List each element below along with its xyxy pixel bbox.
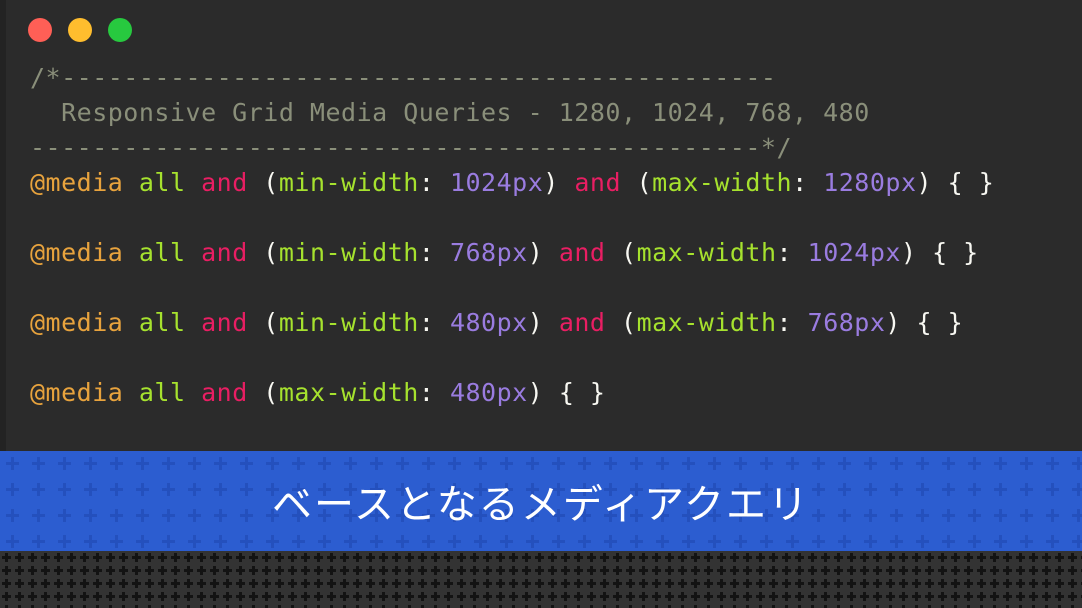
code-line-media-768: @media all and (min-width: 480px) and (m… [30, 305, 1072, 340]
token-punct: ( [247, 238, 279, 267]
token-value: 480px [449, 378, 528, 407]
token-prop: max-width [636, 238, 777, 267]
token-prop: max-width [278, 378, 419, 407]
code-line-media-1024: @media all and (min-width: 768px) and (m… [30, 235, 1072, 270]
caption-band: ベースとなるメディアクエリ [0, 451, 1082, 551]
token-value: 768px [449, 238, 528, 267]
maximize-button-icon[interactable] [108, 18, 132, 42]
code-window: /*--------------------------------------… [0, 0, 1082, 451]
code-line-media-1280: @media all and (min-width: 1024px) and (… [30, 165, 1072, 200]
token-brace: { } [947, 168, 995, 197]
code-editor-area[interactable]: /*--------------------------------------… [6, 60, 1082, 410]
token-colon: : [776, 308, 808, 337]
token-colon: : [418, 308, 450, 337]
token-prop: max-width [636, 308, 777, 337]
token-punct: ( [605, 238, 637, 267]
token-colon: : [776, 238, 808, 267]
plus-pattern-icon [0, 551, 1082, 608]
footer-pattern-strip [0, 551, 1082, 608]
token-comment: Responsive Grid Media Queries - 1280, 10… [30, 98, 870, 127]
token-punct: ( [247, 378, 279, 407]
token-colon: : [418, 168, 450, 197]
token-prop: min-width [278, 238, 419, 267]
token-colon: : [418, 238, 450, 267]
token-and: and [201, 168, 248, 197]
token-prop: min-width [278, 308, 419, 337]
code-line-media-480: @media all and (max-width: 480px) { } [30, 375, 1072, 410]
window-titlebar [6, 0, 1082, 60]
token-punct [123, 308, 139, 337]
token-at: @media [30, 238, 124, 267]
token-punct: ) [885, 308, 917, 337]
token-at: @media [30, 378, 124, 407]
close-button-icon[interactable] [28, 18, 52, 42]
token-punct: ( [605, 308, 637, 337]
token-comment: ----------------------------------------… [30, 133, 793, 162]
token-punct: ( [247, 168, 279, 197]
token-punct: ) [916, 168, 948, 197]
code-line-comment-open: /*--------------------------------------… [30, 60, 1072, 95]
slide-root: ベースとなるメディアクエリ /*------------------------… [0, 0, 1082, 608]
token-prop: min-width [278, 168, 419, 197]
token-brace: { } [932, 238, 979, 267]
token-all: all [138, 308, 186, 337]
code-line-blank-3 [30, 340, 1072, 375]
token-and: and [574, 168, 622, 197]
token-and: and [201, 238, 248, 267]
token-and: and [201, 308, 248, 337]
token-and: and [558, 308, 606, 337]
token-and: and [201, 378, 248, 407]
token-and: and [558, 238, 606, 267]
token-brace: { } [916, 308, 964, 337]
token-all: all [138, 378, 186, 407]
token-value: 1024px [807, 238, 901, 267]
token-punct [186, 168, 202, 197]
token-at: @media [30, 308, 124, 337]
token-brace: { } [558, 378, 606, 407]
token-punct: ) [527, 238, 559, 267]
token-colon: : [792, 168, 824, 197]
code-line-comment-close: ----------------------------------------… [30, 130, 1072, 165]
token-colon: : [418, 378, 450, 407]
token-punct: ) [900, 238, 933, 267]
token-value: 1280px [823, 168, 917, 197]
token-value: 1024px [449, 168, 544, 197]
code-line-blank-1 [30, 200, 1072, 235]
token-punct: ) [543, 168, 575, 197]
token-punct [186, 308, 202, 337]
caption-title: ベースとなるメディアクエリ [272, 482, 810, 528]
token-punct [123, 168, 139, 197]
token-punct [123, 238, 139, 267]
token-comment: /*--------------------------------------… [30, 63, 777, 92]
token-punct: ) [527, 378, 559, 407]
code-line-blank-2 [30, 270, 1072, 305]
token-punct: ( [621, 168, 653, 197]
token-prop: max-width [652, 168, 793, 197]
token-punct: ) [527, 308, 559, 337]
token-at: @media [30, 168, 124, 197]
token-all: all [138, 168, 186, 197]
token-all: all [138, 238, 186, 267]
minimize-button-icon[interactable] [68, 18, 92, 42]
token-punct [186, 378, 202, 407]
token-punct [186, 238, 202, 267]
code-line-comment-title: Responsive Grid Media Queries - 1280, 10… [30, 95, 1072, 130]
token-value: 768px [807, 308, 886, 337]
token-punct [123, 378, 139, 407]
token-value: 480px [449, 308, 528, 337]
token-punct: ( [247, 308, 279, 337]
